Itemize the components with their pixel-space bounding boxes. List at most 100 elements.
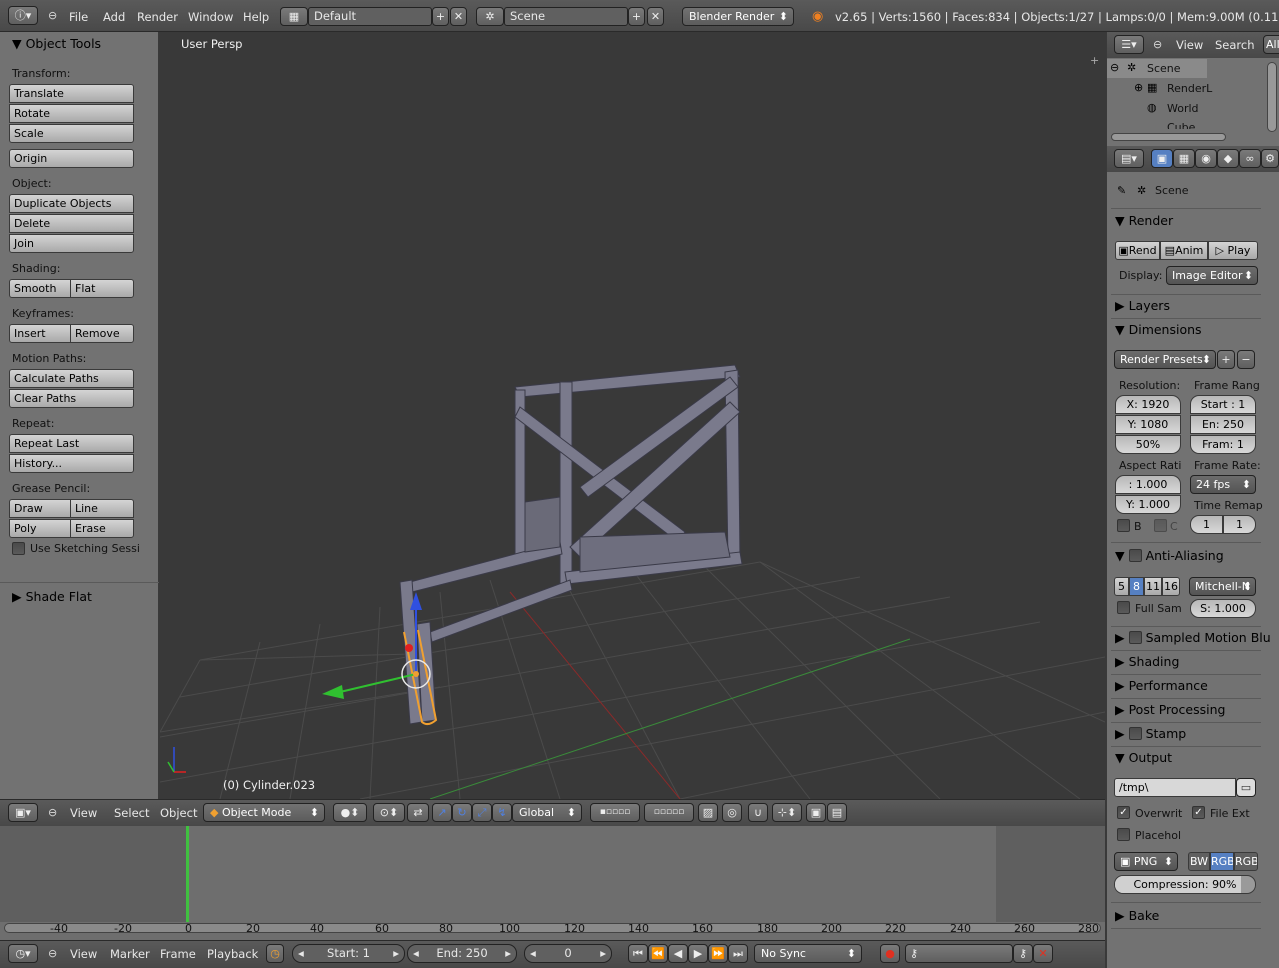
snap-element-icon[interactable]: ⊹⬍ [772,803,802,822]
outliner-scrollbar[interactable] [1267,62,1277,132]
anti-aliasing-checkbox[interactable] [1128,549,1142,562]
resolution-x-field[interactable]: X: 1920 [1115,395,1181,414]
collapse-icon[interactable]: ⊖ [48,806,57,819]
render-presets-select[interactable]: Render Presets ⬍ [1114,350,1216,369]
delete-button[interactable]: Delete [9,214,134,233]
output-section-header[interactable]: ▼ Output [1115,750,1267,765]
aa-samples-11-button[interactable]: 11 [1144,577,1162,596]
render-context-icon[interactable]: ▣ [1151,149,1173,168]
sync-select[interactable]: No Sync ⬍ [754,944,862,963]
outliner-hscrollbar[interactable] [1111,133,1226,141]
snap-icon[interactable]: ↯ [492,803,512,822]
pivot-point-icon[interactable]: ⊙⬍ [373,803,405,822]
frame-start-field[interactable]: Start : 1 [1190,395,1256,414]
output-path-field[interactable]: /tmp\ [1114,778,1236,797]
jump-keyframe-back-icon[interactable]: ⏪ [648,944,668,963]
menu-render[interactable]: Render [137,10,178,24]
magnet-icon[interactable]: ∪ [748,803,768,822]
erase-button[interactable]: Erase [70,519,134,538]
record-icon[interactable]: ● [880,944,900,963]
menu-search[interactable]: Search [1215,38,1255,52]
time-remap-new-field[interactable]: 1 [1223,515,1256,534]
stamp-section-header[interactable]: ▶ Stamp [1115,726,1267,741]
scene-icon[interactable]: ✲ [476,7,504,26]
compression-slider[interactable]: Compression: 90% [1114,875,1256,894]
resolution-percent-field[interactable]: 50% [1115,435,1181,454]
proportional-edit-icon[interactable]: ◎ [722,803,742,822]
motion-blur-checkbox[interactable] [1128,631,1142,644]
history-button[interactable]: History... [9,454,134,473]
remove-keyframe-button[interactable]: Remove [70,324,134,343]
color-rgba-button[interactable]: RGB [1234,852,1258,871]
start-frame-field[interactable]: ◂ Start: 1 ▸ [292,944,405,963]
scale-button[interactable]: Scale [9,124,134,143]
layers-section-header[interactable]: ▶ Layers [1115,298,1267,313]
scene-context-icon[interactable]: ◉ [1195,149,1217,168]
file-format-select[interactable]: ▣ PNG ⬍ [1114,852,1178,871]
aspect-x-field[interactable]: : 1.000 [1115,475,1181,494]
display-select[interactable]: Image Editor ⬍ [1166,266,1258,285]
shade-flat-header[interactable]: ▶ Shade Flat [12,589,92,604]
render-anim-icon[interactable]: ▤ [827,803,847,822]
add-preset-icon[interactable]: + [1217,350,1235,369]
object-context-icon[interactable]: ∞ [1239,149,1261,168]
end-frame-field[interactable]: ◂ End: 250 ▸ [407,944,517,963]
smooth-button[interactable]: Smooth [9,279,71,298]
render-anim-button[interactable]: ▤Anim [1160,241,1208,260]
collapse-icon[interactable]: ⊖ [48,947,57,960]
add-scene-icon[interactable]: + [628,7,645,26]
orientation-select[interactable]: Global ⬍ [512,803,582,822]
border-checkbox[interactable] [1117,519,1130,532]
remove-scene-icon[interactable]: ✕ [647,7,664,26]
placeholders-checkbox[interactable] [1117,828,1130,841]
sketching-checkbox[interactable] [12,542,25,555]
duplicate-objects-button[interactable]: Duplicate Objects [9,194,134,213]
scene-field[interactable]: Scene [504,7,628,26]
menu-file[interactable]: File [69,10,88,24]
timeline[interactable] [0,826,1105,940]
editor-type-properties-icon[interactable]: ▤▾ [1114,149,1144,168]
manipulator-toggle-icon[interactable]: ⇄ [407,803,429,822]
performance-section-header[interactable]: ▶ Performance [1115,678,1267,693]
filter-size-field[interactable]: S: 1.000 [1190,599,1256,618]
world-context-icon[interactable]: ◆ [1217,149,1239,168]
anti-aliasing-section-header[interactable]: ▼ Anti-Aliasing [1115,548,1267,563]
collapse-icon[interactable]: ⊖ [48,9,57,22]
preview-range-icon[interactable]: ◷ [266,944,284,963]
lock-layer-icon[interactable]: ▨ [698,803,718,822]
rotate-button[interactable]: Rotate [9,104,134,123]
editor-type-info-icon[interactable]: ⓘ▾ [8,6,38,25]
overwrite-checkbox[interactable]: ✓ [1117,806,1130,819]
3d-viewport[interactable]: User Persp + (0) Cylinder.023 [160,32,1105,799]
flat-button[interactable]: Flat [70,279,134,298]
jump-start-icon[interactable]: ⏮ [628,944,648,963]
aa-samples-5-button[interactable]: 5 [1114,577,1129,596]
editor-type-3d-icon[interactable]: ▣▾ [8,803,38,822]
current-frame-field[interactable]: ◂ 0 ▸ [524,944,612,963]
insert-keyframe-icon[interactable]: ⚷ [1013,944,1033,963]
layers-grid-1-icon[interactable]: ▪▫▫▫▫ [590,803,640,822]
aa-filter-select[interactable]: Mitchell-N ⬍ [1189,577,1256,596]
dimensions-section-header[interactable]: ▼ Dimensions [1115,322,1267,337]
pin-icon[interactable]: ✎ [1117,184,1126,197]
delete-keyframe-icon[interactable]: ✕ [1033,944,1053,963]
outliner-item[interactable]: Cube [1167,121,1195,129]
aa-samples-8-button[interactable]: 8 [1129,577,1144,596]
scale-manipulator-icon[interactable]: ⤢ [472,803,492,822]
current-frame-line[interactable] [186,826,189,922]
join-button[interactable]: Join [9,234,134,253]
jump-keyframe-forward-icon[interactable]: ⏩ [708,944,728,963]
layers-grid-2-icon[interactable]: ▫▫▫▫▫ [644,803,694,822]
full-sample-checkbox[interactable] [1117,601,1130,614]
translate-manipulator-icon[interactable]: ↗ [432,803,452,822]
add-screen-icon[interactable]: + [432,7,449,26]
play-reverse-icon[interactable]: ◀ [668,944,688,963]
menu-frame[interactable]: Frame [160,947,196,961]
mode-select[interactable]: ◆ Object Mode ⬍ [203,803,325,822]
outliner-filter-select[interactable]: All [1263,35,1279,54]
outliner-item[interactable]: World [1167,102,1199,115]
frame-end-field[interactable]: En: 250 [1190,415,1256,434]
collapse-icon[interactable]: ⊖ [1153,38,1162,51]
frame-step-field[interactable]: Fram: 1 [1190,435,1256,454]
menu-view[interactable]: View [1176,38,1203,52]
